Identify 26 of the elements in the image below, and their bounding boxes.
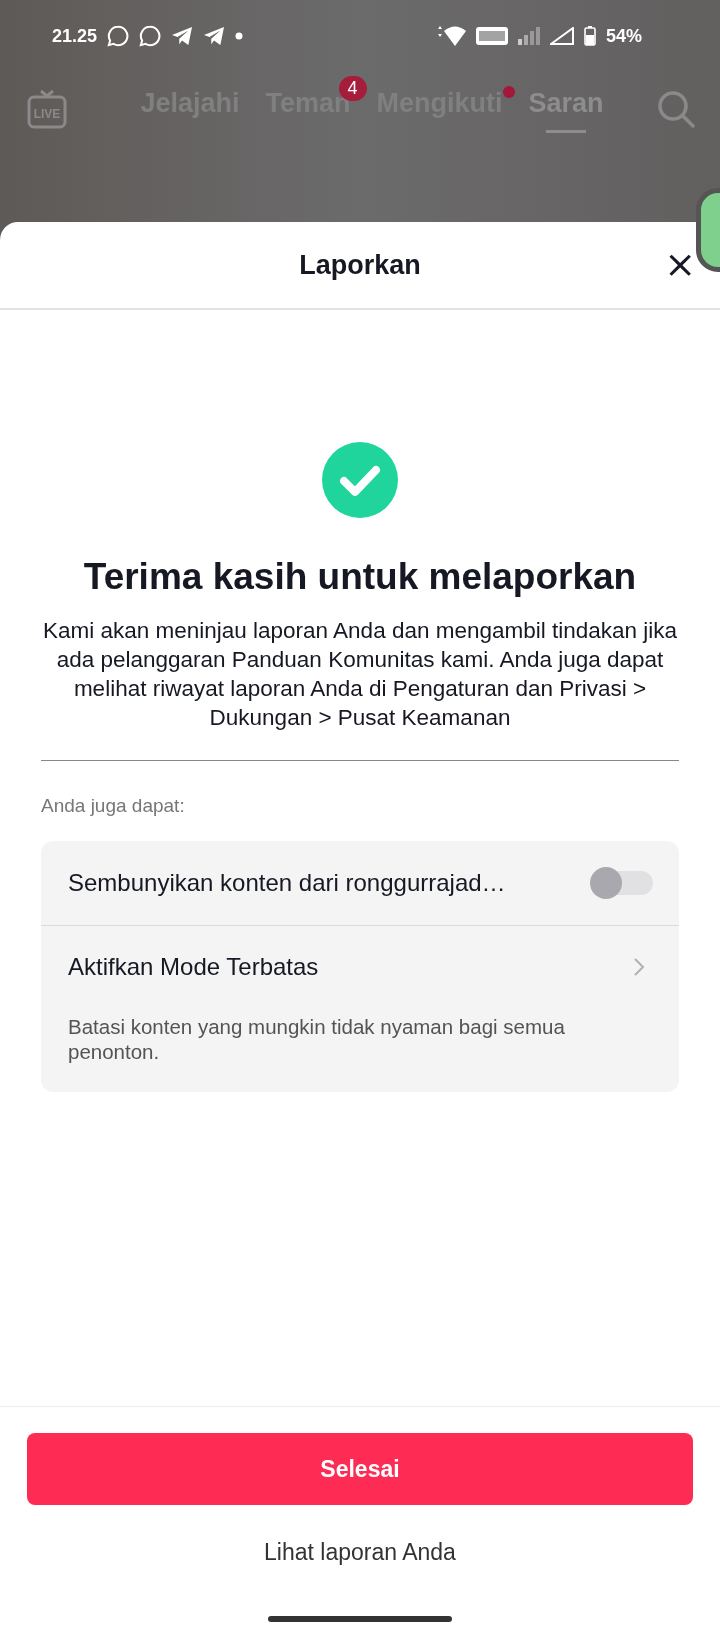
signal-icon — [549, 27, 574, 45]
done-button[interactable]: Selesai — [27, 1433, 693, 1505]
chevron-right-icon — [633, 957, 645, 977]
check-circle-icon — [322, 442, 398, 518]
chat-app-icon — [107, 25, 130, 47]
battery-percent: 54% — [605, 25, 642, 47]
option-label: Sembunyikan konten dari ronggurrajad… — [68, 869, 506, 897]
battery-icon — [583, 26, 596, 46]
volte-icon — [475, 27, 508, 45]
option-label[interactable]: Aktifkan Mode Terbatas — [68, 953, 319, 981]
dot-icon — [235, 32, 244, 40]
view-reports-link[interactable]: Lihat laporan Anda — [254, 1533, 466, 1572]
close-button[interactable]: × — [660, 246, 700, 282]
option-description: Batasi konten yang mungkin tidak nyaman bagi semua penonton. — [68, 1014, 566, 1064]
signal-icon — [517, 27, 540, 45]
status-time: 21.25 — [52, 25, 98, 47]
wifi-icon — [435, 26, 466, 46]
chat-app-icon — [139, 25, 162, 47]
search-icon[interactable] — [656, 89, 696, 129]
section-label: Anda juga dapat: — [41, 795, 185, 817]
sheet-title: Laporkan — [299, 249, 421, 281]
paper-plane-icon — [171, 26, 194, 46]
paper-plane-icon — [203, 26, 226, 46]
success-heading: Terima kasih untuk melaporkan — [83, 556, 637, 598]
confirmation-message: Kami akan meninjau laporan Anda dan mengambil tindakan jika ada pelanggaran Panduan Komunitas kami. Anda juga dapat melihat riwayat laporan Anda di Pengaturan dan Privasi > Dukungan > Pusat Keamanan — [41, 617, 679, 732]
notification-badge: 4 — [338, 76, 367, 101]
